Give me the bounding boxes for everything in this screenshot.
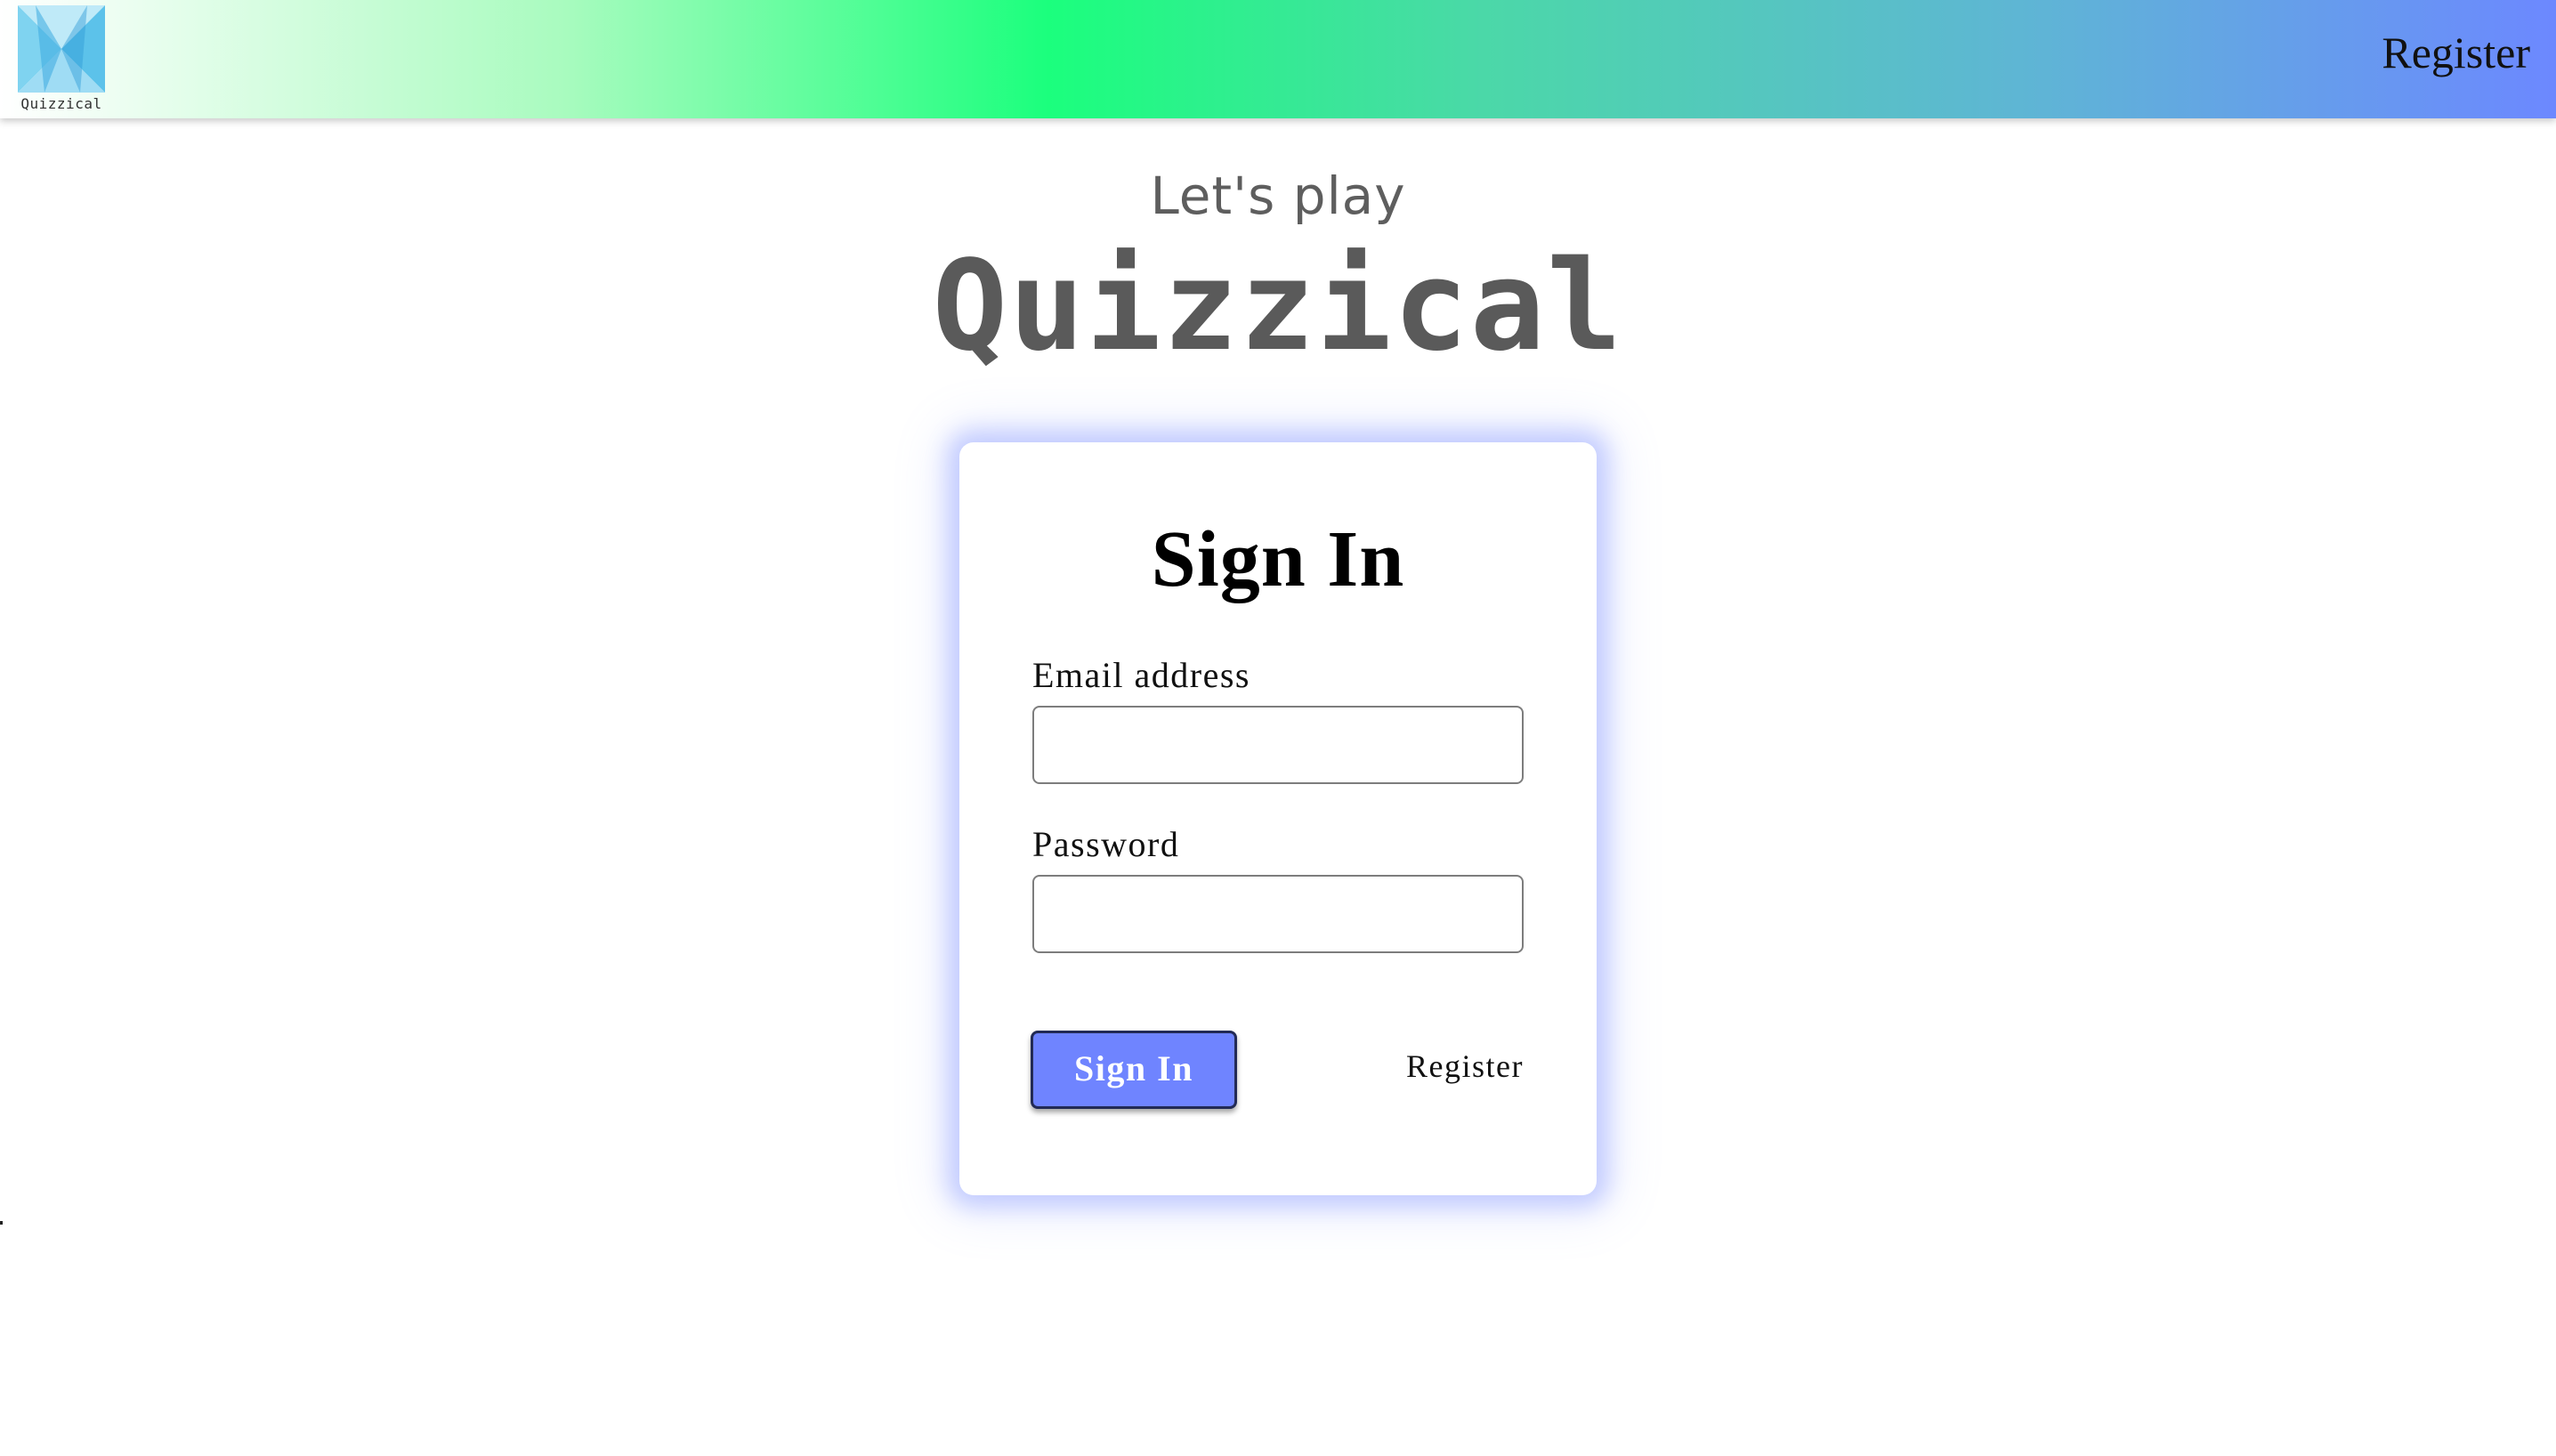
logo[interactable]: Quizzical bbox=[18, 5, 107, 112]
email-field[interactable] bbox=[1032, 706, 1524, 784]
hero-title: Quizzical bbox=[932, 234, 1624, 379]
email-label: Email address bbox=[1032, 655, 1250, 695]
top-header: Quizzical Register bbox=[0, 0, 2556, 118]
register-link[interactable]: Register bbox=[1406, 1048, 1524, 1085]
header-register-link[interactable]: Register bbox=[2382, 27, 2530, 78]
password-field[interactable] bbox=[1032, 875, 1524, 953]
edge-mark bbox=[0, 1221, 3, 1225]
sign-in-button[interactable]: Sign In bbox=[1031, 1031, 1237, 1109]
signin-card: Sign In Email address Password Sign In R… bbox=[959, 442, 1597, 1195]
password-label: Password bbox=[1032, 824, 1180, 864]
logo-text: Quizzical bbox=[20, 95, 102, 112]
signin-title: Sign In bbox=[1151, 515, 1405, 603]
hero-subtitle: Let's play bbox=[1150, 166, 1406, 226]
quizzical-logo-icon bbox=[18, 5, 105, 93]
